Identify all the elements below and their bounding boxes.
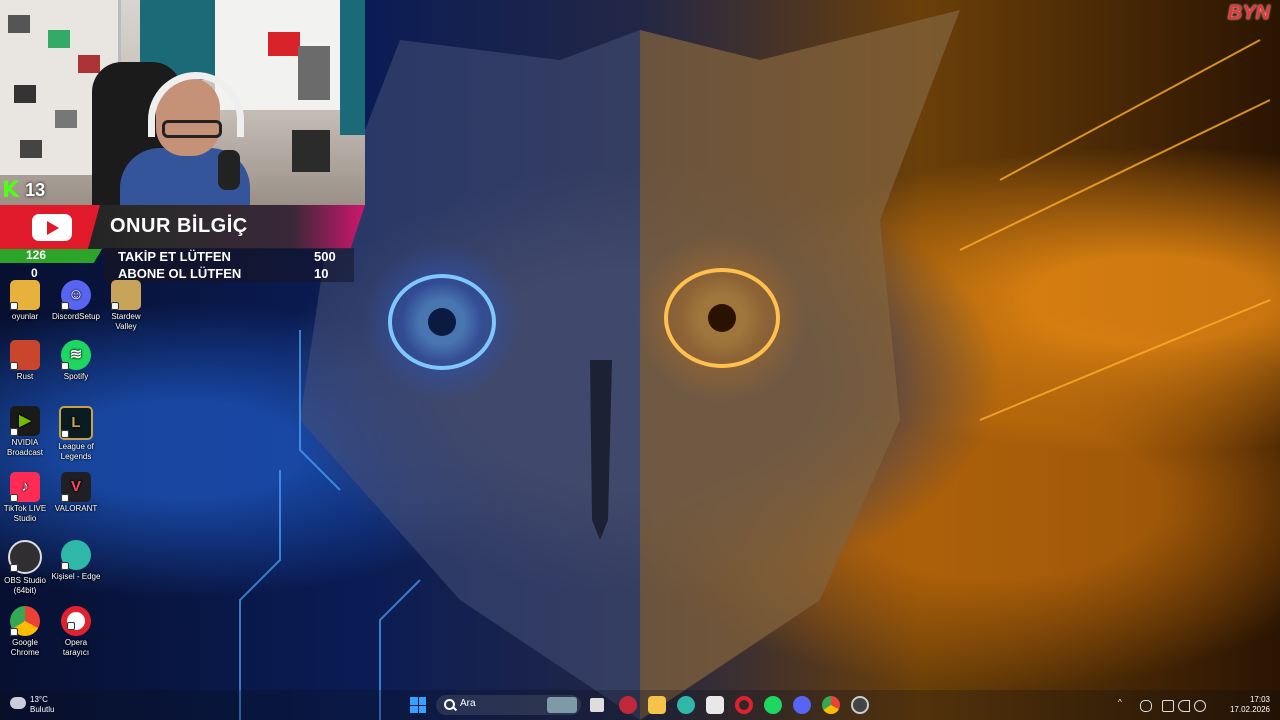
- task-view-icon[interactable]: [590, 698, 604, 712]
- youtube-icon: [32, 214, 72, 241]
- goal-value: 500: [314, 249, 336, 264]
- desktop-icon-spotify[interactable]: ≋ Spotify: [51, 340, 101, 382]
- green-counter-bar: 126: [0, 249, 102, 263]
- obs-icon: [8, 540, 42, 574]
- channel-banner: ONUR BİLGİÇ: [0, 205, 365, 249]
- goal-label: TAKİP ET LÜTFEN: [118, 249, 231, 264]
- search-highlight-image: [547, 697, 577, 713]
- green-counter: 126: [26, 248, 47, 262]
- notification-icon[interactable]: [1194, 700, 1206, 712]
- chrome-icon[interactable]: [822, 696, 840, 714]
- start-button[interactable]: [410, 697, 426, 713]
- desktop-icon-discordsetup[interactable]: ☺ DiscordSetup: [51, 280, 101, 322]
- taskbar: 13°C Bulutlu Ara ^ 17:03 17.02.2026: [0, 690, 1280, 720]
- poster: [298, 46, 330, 100]
- discord-icon[interactable]: [793, 696, 811, 714]
- desktop-icon-label: Spotify: [63, 372, 89, 381]
- desktop-icon-label: VALORANT: [54, 504, 98, 513]
- desktop-icon-label: Google Chrome: [10, 638, 40, 657]
- speaker: [292, 130, 330, 172]
- channel-name: ONUR BİLGİÇ: [110, 215, 248, 237]
- file-explorer-icon[interactable]: [648, 696, 666, 714]
- tiktok-icon: ♪: [10, 472, 40, 502]
- network-icon[interactable]: [1162, 700, 1174, 712]
- opera-icon: [61, 606, 91, 636]
- windows-logo-icon: [410, 697, 418, 705]
- desktop-icon-label: DiscordSetup: [51, 312, 101, 321]
- desktop-icon-nvidia-broadcast[interactable]: ▶ NVIDIA Broadcast: [0, 406, 50, 458]
- weather-widget[interactable]: 13°C Bulutlu: [10, 695, 54, 715]
- kick-count: 13: [25, 179, 46, 200]
- desktop-icon-label: Rust: [16, 372, 34, 381]
- brand-logo: BYN: [1227, 2, 1270, 24]
- taskbar-clock[interactable]: 17:03 17.02.2026: [1230, 695, 1270, 715]
- store-icon[interactable]: [706, 696, 724, 714]
- search-placeholder: Ara: [460, 698, 476, 709]
- desktop-icon-google-chrome[interactable]: Google Chrome: [0, 606, 50, 658]
- kick-counter: K 13: [2, 177, 46, 203]
- desktop-icon-label: NVIDIA Broadcast: [6, 438, 44, 457]
- red-counter: 0: [31, 266, 38, 280]
- desktop-icon-label: Stardew Valley: [111, 312, 141, 331]
- red-counter-bar: 0: [0, 265, 102, 281]
- desktop-icon-edge[interactable]: Kişisel - Edge: [51, 540, 101, 582]
- weather-desc: Bulutlu: [30, 705, 55, 714]
- desktop-icon-league-of-legends[interactable]: L League of Legends: [51, 406, 101, 462]
- webcam-overlay: K 13: [0, 0, 365, 205]
- stardew-icon: [111, 280, 141, 310]
- desktop-icon-label: Kişisel - Edge: [51, 572, 101, 581]
- cloud-icon: [10, 697, 26, 709]
- spotify-icon[interactable]: [764, 696, 782, 714]
- app-red-icon[interactable]: [619, 696, 637, 714]
- desktop-icon-rust[interactable]: Rust: [0, 340, 50, 382]
- clock-date: 17.02.2026: [1229, 705, 1270, 714]
- desktop-icon-label: OBS Studio (64bit): [4, 576, 46, 595]
- desktop-icon-stardew-valley[interactable]: Stardew Valley: [101, 280, 151, 332]
- goal-panel: TAKİP ET LÜTFEN 500 ABONE OL LÜTFEN 10: [104, 248, 354, 282]
- desktop-icon-tiktok-live-studio[interactable]: ♪ TikTok LIVE Studio: [0, 472, 50, 524]
- goal-label: ABONE OL LÜTFEN: [118, 266, 242, 281]
- microphone-icon[interactable]: [1140, 700, 1152, 712]
- desktop-icon-obs-studio[interactable]: OBS Studio (64bit): [0, 540, 50, 596]
- flag-decoration: [268, 32, 300, 56]
- obs-icon[interactable]: [851, 696, 869, 714]
- microphone: [218, 150, 240, 190]
- desktop-icon-opera[interactable]: Opera tarayıcı: [51, 606, 101, 658]
- opera-icon[interactable]: [735, 696, 753, 714]
- glasses: [162, 120, 222, 138]
- kick-icon: K: [2, 177, 20, 203]
- desktop-icon-label: League of Legends: [58, 442, 94, 461]
- edge-icon: [61, 540, 91, 570]
- desktop-icon-label: oyunlar: [11, 312, 39, 321]
- nvidia-icon: ▶: [10, 406, 40, 436]
- desktop-icon-label: TikTok LIVE Studio: [3, 504, 47, 523]
- chrome-icon: [10, 606, 40, 636]
- goal-value: 10: [314, 266, 329, 281]
- edge-icon[interactable]: [677, 696, 695, 714]
- rust-icon: [10, 340, 40, 370]
- goal-row: TAKİP ET LÜTFEN 500: [104, 248, 354, 265]
- spotify-icon: ≋: [61, 340, 91, 370]
- folder-icon: [10, 280, 40, 310]
- search-icon: [444, 699, 455, 710]
- taskbar-search[interactable]: Ara: [436, 695, 581, 715]
- lol-icon: L: [59, 406, 93, 440]
- clock-time: 17:03: [1249, 695, 1270, 704]
- valorant-icon: V: [61, 472, 91, 502]
- desktop-icon-valorant[interactable]: V VALORANT: [51, 472, 101, 514]
- desktop-icon-oyunlar[interactable]: oyunlar: [0, 280, 50, 322]
- discord-icon: ☺: [61, 280, 91, 310]
- curtain-right: [340, 0, 365, 135]
- chevron-up-icon[interactable]: ^: [1118, 698, 1128, 708]
- volume-icon[interactable]: [1178, 700, 1190, 712]
- youtube-badge: [0, 205, 100, 249]
- weather-temp: 13°C: [30, 695, 48, 704]
- desktop-icon-label: Opera tarayıcı: [62, 638, 90, 657]
